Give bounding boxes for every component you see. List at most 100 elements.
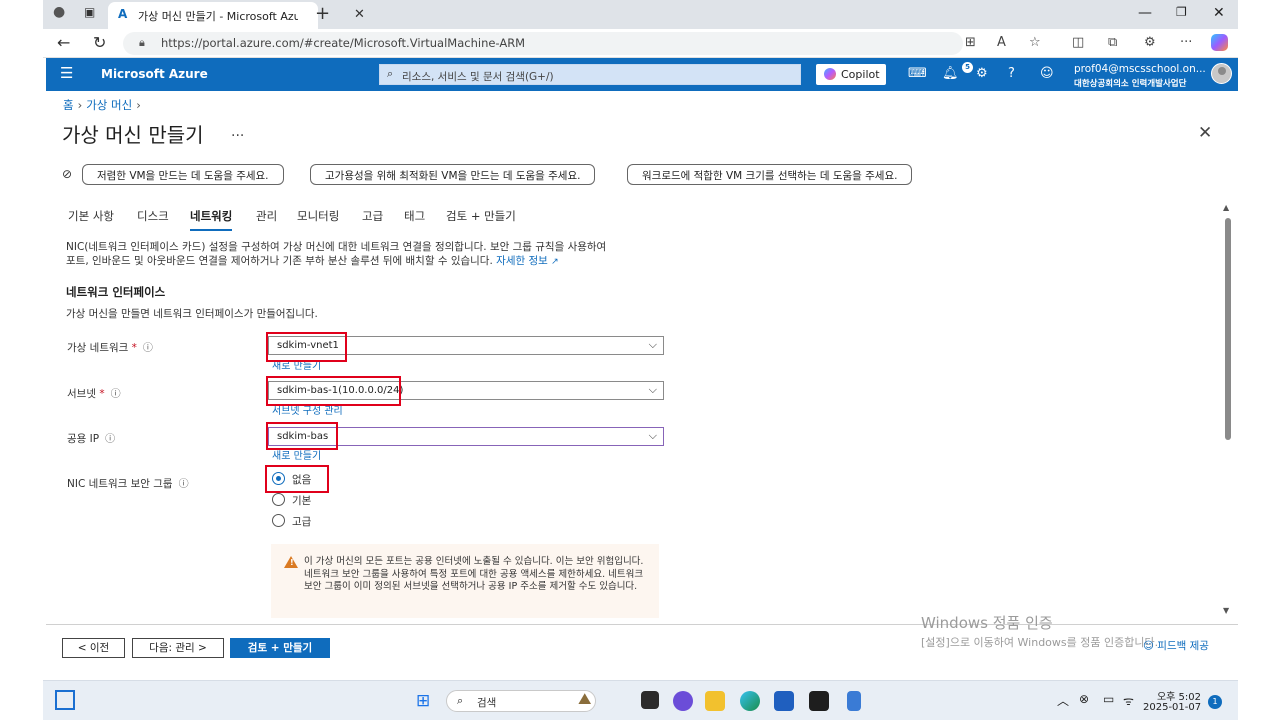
breadcrumb-vm[interactable]: 가상 머신: [86, 98, 132, 112]
description-line-2: 포트, 인바운드 및 아웃바운드 연결을 제어하거나 기존 부하 분산 솔루션 …: [66, 255, 493, 267]
tab-basics[interactable]: 기본 사항: [68, 208, 114, 224]
browser-tab-active[interactable]: A 가상 머신 만들기 - Microsoft Azure ✕: [108, 2, 365, 29]
chip-vm-size[interactable]: 워크로드에 적합한 VM 크기를 선택하는 데 도움을 주세요.: [627, 164, 913, 185]
next-management-button[interactable]: 다음: 관리 >: [132, 638, 224, 658]
scroll-up-arrow-icon[interactable]: ▲: [1223, 203, 1229, 212]
file-explorer-icon[interactable]: [705, 691, 725, 711]
info-icon[interactable]: ⓘ: [111, 389, 121, 400]
taskbar-date[interactable]: 2025-01-07: [1143, 702, 1201, 713]
info-icon[interactable]: ⓘ: [143, 343, 153, 354]
url-field[interactable]: 🔒︎ https://portal.azure.com/#create/Micr…: [123, 32, 963, 55]
scroll-down-arrow-icon[interactable]: ▼: [1223, 606, 1229, 615]
search-placeholder: 리소스, 서비스 및 문서 검색(G+/): [402, 71, 554, 83]
breadcrumb-home[interactable]: 홈: [63, 98, 74, 112]
browser-tab-strip: ● ▣ A 가상 머신 만들기 - Microsoft Azure ✕ + — …: [43, 0, 1238, 29]
previous-button[interactable]: < 이전: [62, 638, 125, 658]
volume-icon[interactable]: ᯤ: [1123, 692, 1134, 709]
split-screen-icon[interactable]: ◫: [1072, 35, 1084, 50]
taskbar-time[interactable]: 오후 5:02: [1151, 688, 1201, 703]
tray-chevron-up-icon[interactable]: ︿: [1057, 692, 1069, 709]
tray-app-icon[interactable]: ⊗: [1079, 692, 1089, 706]
refresh-icon[interactable]: ↻: [93, 33, 106, 52]
search-icon: ⌕: [457, 694, 464, 707]
tab-advanced[interactable]: 고급: [362, 208, 383, 224]
notifications-icon[interactable]: 🔔︎: [942, 66, 959, 81]
notification-badge: 5: [962, 62, 973, 73]
settings-gear-icon[interactable]: ⚙: [976, 66, 988, 81]
cloud-shell-icon[interactable]: ⌨: [908, 66, 927, 81]
windows-taskbar: ⊞ ⌕ 검색 ⛰ ︿ ⊗ ▭ ᯤ 오후 5:02 2025-01-07 1: [43, 680, 1238, 720]
tab-disks[interactable]: 디스크: [137, 208, 169, 224]
chip-high-availability[interactable]: 고가용성을 위해 최적화된 VM을 만드는 데 도움을 주세요.: [310, 164, 596, 185]
restore-icon[interactable]: ❐: [1176, 5, 1187, 19]
app-available-icon[interactable]: ⊞: [965, 35, 976, 50]
warning-message: ! 이 가상 머신의 모든 포트는 공용 인터넷에 노출될 수 있습니다. 이는…: [271, 544, 659, 618]
back-icon[interactable]: ←: [57, 33, 70, 52]
feedback-label: 피드백 제공: [1157, 640, 1209, 652]
vnet-label-text: 가상 네트워크: [67, 342, 129, 354]
notification-center-badge[interactable]: 1: [1208, 695, 1222, 709]
chevron-down-icon: ⌵: [648, 429, 657, 442]
required-mark: *: [131, 342, 137, 354]
chip-cheap-vm[interactable]: 저렴한 VM을 만드는 데 도움을 주세요.: [82, 164, 284, 185]
more-actions-button[interactable]: ...: [231, 124, 244, 140]
nsg-radio-basic[interactable]: [272, 493, 285, 506]
taskbar-search-input[interactable]: ⌕ 검색: [446, 690, 596, 712]
copilot-button[interactable]: Copilot: [816, 64, 886, 85]
portal-menu-icon[interactable]: ☰: [60, 64, 73, 82]
info-icon[interactable]: ⓘ: [105, 434, 115, 445]
global-search-input[interactable]: ⌕ 리소스, 서비스 및 문서 검색(G+/): [379, 64, 801, 85]
nsg-option-basic-label[interactable]: 기본: [292, 493, 311, 508]
nsg-label: NIC 네트워크 보안 그룹 ⓘ: [67, 475, 189, 491]
nsg-option-advanced-label[interactable]: 고급: [292, 514, 311, 529]
info-icon[interactable]: ⓘ: [179, 479, 189, 490]
more-options-icon[interactable]: ···: [1180, 35, 1192, 50]
highlight-box-nsg: [265, 465, 329, 493]
extensions-icon[interactable]: ⚙: [1144, 35, 1156, 50]
account-org[interactable]: 대한상공회의소 인력개발사업단: [1074, 77, 1186, 89]
edge-copilot-icon[interactable]: [1211, 34, 1228, 51]
tab-tags[interactable]: 태그: [404, 208, 425, 224]
close-blade-icon[interactable]: ✕: [1198, 123, 1212, 143]
tab-actions-icon[interactable]: ▣: [84, 5, 95, 19]
task-view-icon[interactable]: [641, 691, 659, 709]
read-aloud-icon[interactable]: A: [997, 35, 1006, 50]
vertical-scrollbar-thumb[interactable]: [1225, 218, 1231, 440]
widgets-icon[interactable]: [55, 690, 75, 710]
feedback-link[interactable]: ☺ 피드백 제공: [1143, 638, 1209, 653]
tab-monitoring[interactable]: 모니터링: [297, 208, 339, 224]
new-tab-icon[interactable]: +: [315, 3, 330, 24]
tab-close-icon[interactable]: ✕: [354, 7, 365, 22]
tab-networking[interactable]: 네트워킹: [190, 208, 233, 231]
start-windows-icon[interactable]: ⊞: [416, 691, 430, 711]
collections-icon[interactable]: ⧉: [1108, 35, 1117, 50]
url-text: https://portal.azure.com/#create/Microso…: [161, 36, 526, 50]
azure-brand[interactable]: Microsoft Azure: [101, 67, 208, 81]
network-icon[interactable]: ▭: [1103, 692, 1114, 706]
account-email[interactable]: prof04@mscsschool.on...: [1074, 63, 1206, 75]
edge-browser-icon[interactable]: [740, 691, 760, 711]
help-icon[interactable]: ?: [1008, 66, 1015, 81]
favorite-star-icon[interactable]: ☆: [1029, 35, 1041, 50]
review-create-button[interactable]: 검토 + 만들기: [230, 638, 330, 658]
copilot-suggestion-icon: ⊘: [62, 167, 73, 181]
external-link-icon: ↗: [551, 257, 559, 267]
learn-more-link[interactable]: 자세한 정보: [496, 255, 548, 267]
breadcrumb-chevron-icon: ›: [77, 98, 83, 112]
profile-icon[interactable]: ●: [53, 4, 65, 20]
minimize-icon[interactable]: —: [1138, 5, 1152, 21]
window-close-icon[interactable]: ✕: [1213, 5, 1225, 21]
terminal-icon[interactable]: [809, 691, 829, 711]
avatar[interactable]: [1211, 63, 1232, 84]
teams-chat-icon[interactable]: [673, 691, 693, 711]
store-icon[interactable]: [774, 691, 794, 711]
tab-management[interactable]: 관리: [256, 208, 277, 224]
lock-icon[interactable]: 🔒︎: [139, 36, 145, 50]
feedback-person-icon[interactable]: ☺: [1040, 66, 1054, 81]
notepad-icon[interactable]: [847, 691, 861, 711]
tab-review-create[interactable]: 검토 + 만들기: [446, 208, 516, 224]
nsg-radio-advanced[interactable]: [272, 514, 285, 527]
search-highlight-icon[interactable]: ⛰: [578, 689, 591, 709]
networking-description: NIC(네트워크 인터페이스 카드) 설정을 구성하여 가상 머신에 대한 네트…: [66, 240, 686, 269]
azure-top-bar: ☰ Microsoft Azure ⌕ 리소스, 서비스 및 문서 검색(G+/…: [46, 58, 1238, 91]
